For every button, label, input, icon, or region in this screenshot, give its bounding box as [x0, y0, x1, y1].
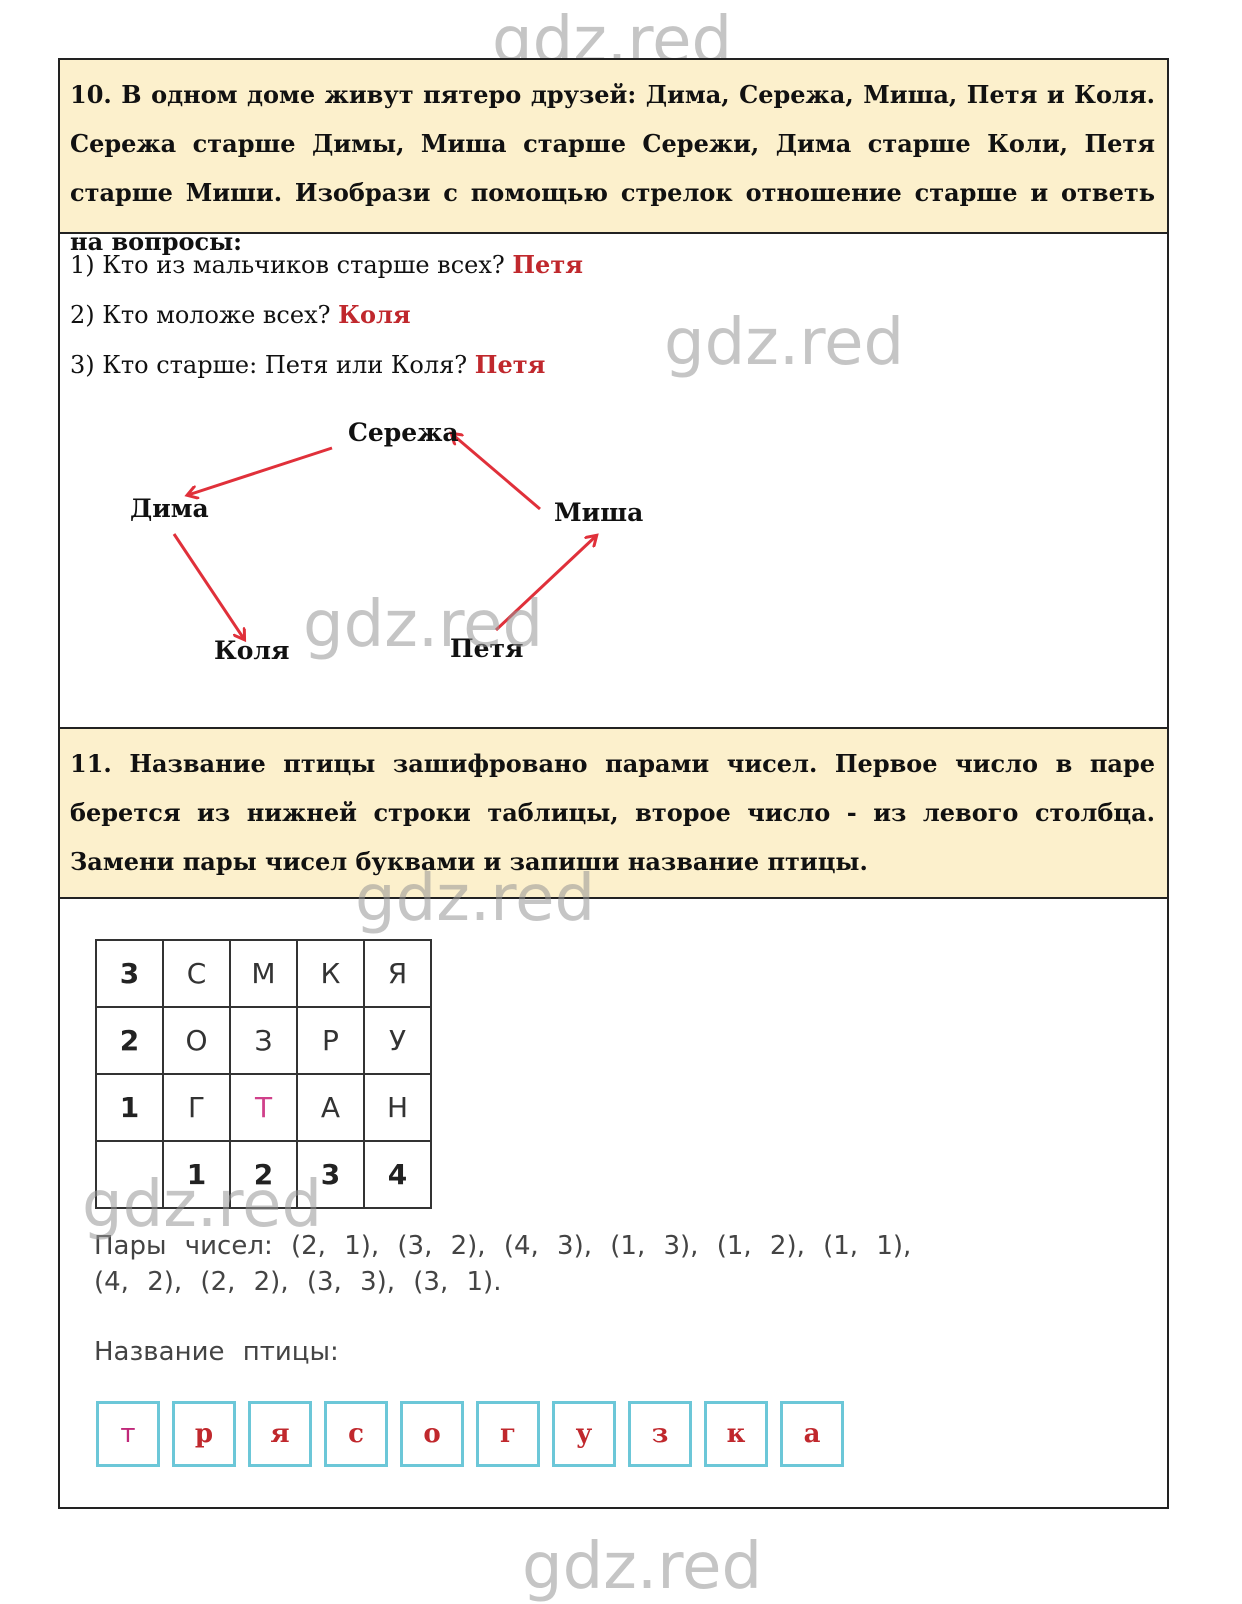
cipher-table: 3СМКЯ 2ОЗРУ 1ГТАН 1234 — [95, 939, 432, 1209]
task-10-statement: 10. В одном доме живут пятеро друзей: Ди… — [60, 60, 1167, 256]
letter-box: т — [96, 1401, 160, 1467]
arrow-petya-misha — [494, 536, 596, 632]
letter-box: с — [324, 1401, 388, 1467]
letter-box: з — [628, 1401, 692, 1467]
answer-boxes: т р я с о г у з к а — [96, 1401, 844, 1467]
node-misha: Миша — [554, 498, 644, 527]
pairs-line-2: (4, 2), (2, 2), (3, 3), (3, 1). — [94, 1267, 502, 1297]
letter-box: у — [552, 1401, 616, 1467]
bird-name-label: Название птицы: — [94, 1337, 339, 1367]
letter-box: а — [780, 1401, 844, 1467]
letter-box: р — [172, 1401, 236, 1467]
task-11-solution: 3СМКЯ 2ОЗРУ 1ГТАН 1234 Пары чисел: (2, 1… — [60, 899, 1167, 1507]
arrow-serezha-dima — [188, 446, 333, 495]
arrow-misha-serezha — [452, 434, 541, 511]
node-petya: Петя — [450, 634, 524, 663]
worksheet: 10. В одном доме живут пятеро друзей: Ди… — [58, 58, 1169, 1509]
node-serezha: Сережа — [348, 418, 459, 447]
node-kolya: Коля — [214, 636, 290, 665]
pairs-line-1: Пары чисел: (2, 1), (3, 2), (4, 3), (1, … — [94, 1231, 912, 1261]
node-dima: Дима — [130, 494, 209, 523]
letter-box: к — [704, 1401, 768, 1467]
watermark: gdz.red — [522, 1530, 763, 1604]
task-11-statement: 11. Название птицы зашифровано парами чи… — [60, 729, 1167, 899]
task-10-answers: 1) Кто из мальчиков старше всех? Петя 2)… — [60, 234, 1167, 729]
letter-box: я — [248, 1401, 312, 1467]
arrow-dima-kolya — [172, 533, 244, 639]
letter-box: о — [400, 1401, 464, 1467]
letter-box: г — [476, 1401, 540, 1467]
